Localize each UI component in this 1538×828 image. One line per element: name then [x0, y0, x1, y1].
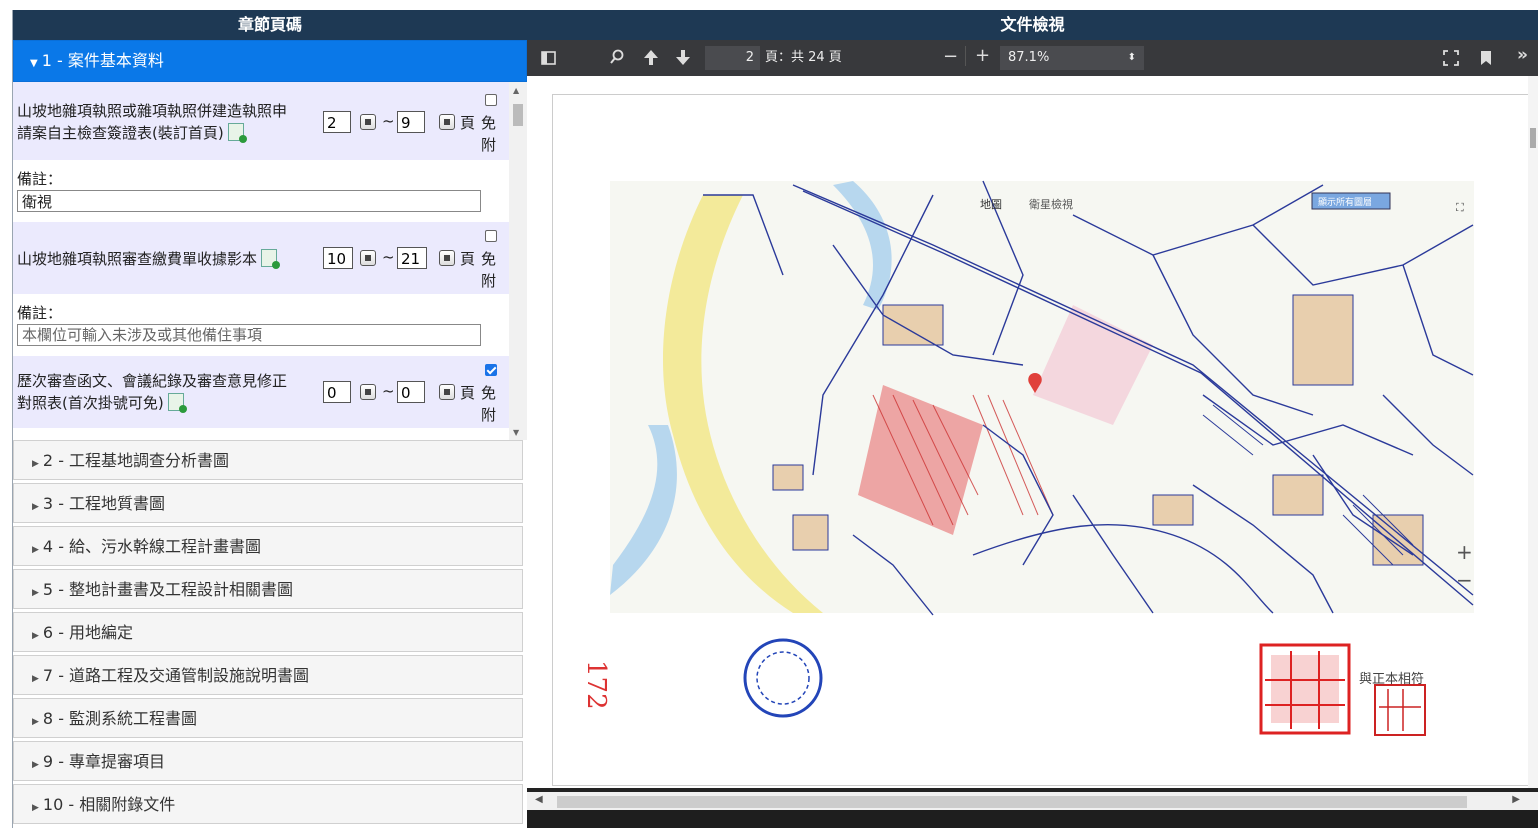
note-label: 備註：	[17, 170, 63, 188]
scroll-right-icon[interactable]: ▶	[1512, 794, 1520, 805]
section-1-label: 1 - 案件基本資料	[41, 51, 164, 70]
caret-right-icon: ▶	[32, 545, 39, 555]
viewer-vertical-scrollbar[interactable]	[1528, 76, 1538, 810]
page-to-input[interactable]: 9	[397, 111, 425, 133]
panel-header-viewer: 文件檢視	[527, 10, 1538, 40]
section-9-header[interactable]: ▶ 9 - 專章提審項目	[13, 741, 523, 781]
page-from-input[interactable]: 2	[323, 111, 351, 133]
toolbar-divider	[965, 46, 966, 66]
section-scrollbar[interactable]: ▲ ▼	[509, 82, 527, 440]
chevron-updown-icon: ⬍	[1127, 52, 1136, 63]
section-5-header[interactable]: ▶ 5 - 整地計畫書及工程設計相關書圖	[13, 569, 523, 609]
item-1-title: 山坡地雜項執照或雜項執照併建造執照申 請案自主檢查簽證表(裝訂首頁)	[17, 102, 288, 143]
item-3-title: 歷次審查函文、會議紀錄及審查意見修正 對照表(首次掛號可免)	[17, 372, 288, 413]
caret-right-icon: ▶	[32, 631, 39, 641]
zoom-out-button[interactable]: −	[943, 46, 958, 67]
page-number-input[interactable]: 2	[705, 46, 760, 70]
caret-right-icon: ▶	[32, 588, 39, 598]
zoom-select[interactable]: 87.1% ⬍	[1000, 46, 1144, 70]
page-unit-label: 頁	[460, 250, 476, 268]
scroll-left-icon[interactable]: ◀	[535, 794, 543, 805]
page-picker-icon[interactable]	[360, 384, 376, 400]
red-small-seal	[1374, 684, 1426, 736]
map-tab-satellite[interactable]: 衛星檢視	[1029, 197, 1073, 211]
exempt-checkbox[interactable]	[485, 230, 497, 242]
page-from-input[interactable]: 10	[323, 247, 353, 269]
document-viewport[interactable]: 地圖 衛星檢視 顯示所有圖層 ⛶ + − 與正本相符 172 ◀ ▶	[527, 76, 1538, 810]
checklist-item-1: 山坡地雜項執照或雜項執照併建造執照申 請案自主檢查簽證表(裝訂首頁) 2 ~ 9…	[13, 82, 527, 160]
page-picker-icon[interactable]	[360, 114, 376, 130]
panel-header-sections: 章節頁碼	[13, 10, 527, 40]
page-picker-icon[interactable]	[360, 250, 376, 266]
section-2-header[interactable]: ▶ 2 - 工程基地調查分析書圖	[13, 440, 523, 480]
bookmark-icon[interactable]	[1480, 50, 1492, 66]
section-4-header[interactable]: ▶ 4 - 給、污水幹線工程計畫書圖	[13, 526, 523, 566]
document-add-icon[interactable]	[167, 393, 187, 413]
caret-right-icon: ▶	[32, 459, 39, 469]
pdf-toolbar: 2 頁：共 24 頁 − + 87.1% ⬍ »	[527, 40, 1538, 76]
section-7-header[interactable]: ▶ 7 - 道路工程及交通管制設施說明書圖	[13, 655, 523, 695]
item-2-title: 山坡地雜項執照審查繳費單收據影本	[17, 248, 281, 270]
checklist-item-2: 山坡地雜項執照審查繳費單收據影本 10 ~ 21 頁 免 附	[13, 222, 527, 294]
page-picker-icon[interactable]	[439, 250, 455, 266]
section-page-panel: 章節頁碼 ▼ 1 - 案件基本資料 山坡地雜項執照或雜項執照併建造執照申 請案自主…	[12, 10, 527, 828]
page-picker-icon[interactable]	[439, 384, 455, 400]
note-input[interactable]	[17, 190, 481, 212]
page-to-input[interactable]: 21	[397, 247, 427, 269]
more-tools-icon[interactable]: »	[1517, 45, 1528, 65]
next-page-icon[interactable]	[675, 49, 691, 67]
viewer-horizontal-scrollbar[interactable]: ◀ ▶	[527, 788, 1538, 810]
section-1-header[interactable]: ▼ 1 - 案件基本資料	[13, 40, 527, 82]
search-icon[interactable]	[609, 49, 625, 65]
scroll-thumb[interactable]	[557, 796, 1467, 808]
section-3-header[interactable]: ▶ 3 - 工程地質書圖	[13, 483, 523, 523]
item-2-note: 備註：	[13, 294, 527, 356]
document-page: 地圖 衛星檢視 顯示所有圖層 ⛶ + − 與正本相符 172	[552, 94, 1532, 786]
page-to-input[interactable]: 0	[397, 381, 425, 403]
page-from-input[interactable]: 0	[323, 381, 351, 403]
handwritten-number: 172	[581, 660, 611, 710]
caret-right-icon: ▶	[32, 760, 39, 770]
page-unit-label: 頁	[460, 384, 476, 402]
caret-down-icon: ▼	[30, 58, 38, 69]
page-unit-label: 頁	[460, 114, 476, 132]
scroll-up-icon[interactable]: ▲	[513, 86, 519, 95]
item-1-note: 備註：	[13, 160, 527, 222]
document-add-icon[interactable]	[227, 123, 247, 143]
section-1-content: 山坡地雜項執照或雜項執照併建造執照申 請案自主檢查簽證表(裝訂首頁) 2 ~ 9…	[13, 82, 527, 440]
section-6-header[interactable]: ▶ 6 - 用地編定	[13, 612, 523, 652]
map-zoom-in[interactable]: +	[1456, 540, 1473, 564]
checklist-item-3: 歷次審查函文、會議紀錄及審查意見修正 對照表(首次掛號可免) 0 ~ 0 頁 免…	[13, 356, 527, 428]
certified-copy-stamp: 與正本相符	[1359, 671, 1424, 687]
page-picker-icon[interactable]	[439, 114, 455, 130]
map-zoom-out[interactable]: −	[1456, 568, 1473, 592]
scroll-thumb[interactable]	[1530, 128, 1536, 148]
section-8-header[interactable]: ▶ 8 - 監測系統工程書圖	[13, 698, 523, 738]
caret-right-icon: ▶	[32, 502, 39, 512]
previous-page-icon[interactable]	[643, 49, 659, 67]
note-label: 備註：	[17, 304, 63, 322]
scroll-down-icon[interactable]: ▼	[513, 428, 519, 437]
document-viewer-panel: 文件檢視 2 頁：共 24 頁 − + 87.1% ⬍ » 地圖 衛星檢視 顯示…	[527, 10, 1538, 828]
map-tab-map[interactable]: 地圖	[980, 198, 1002, 211]
scanned-map-page: 地圖 衛星檢視 顯示所有圖層 ⛶ + − 與正本相符 172	[581, 180, 1474, 736]
sidebar-toggle-icon[interactable]	[541, 50, 557, 66]
document-add-icon[interactable]	[261, 249, 281, 269]
page-total-label: 頁：共 24 頁	[765, 50, 842, 65]
exempt-checkbox[interactable]	[485, 94, 497, 106]
note-input[interactable]	[17, 324, 481, 346]
section-10-header[interactable]: ▶ 10 - 相關附錄文件	[13, 784, 523, 824]
exempt-checkbox[interactable]	[485, 364, 497, 376]
caret-right-icon: ▶	[32, 674, 39, 684]
caret-right-icon: ▶	[32, 803, 39, 813]
blue-circular-seal	[743, 638, 823, 718]
show-all-layers-label: 顯示所有圖層	[1318, 196, 1372, 208]
red-square-seal	[1259, 643, 1351, 735]
zoom-in-button[interactable]: +	[975, 45, 990, 66]
map-fullscreen-icon[interactable]: ⛶	[1456, 201, 1464, 214]
caret-right-icon: ▶	[32, 717, 39, 727]
scroll-thumb[interactable]	[513, 104, 523, 126]
fullscreen-icon[interactable]	[1443, 50, 1459, 66]
